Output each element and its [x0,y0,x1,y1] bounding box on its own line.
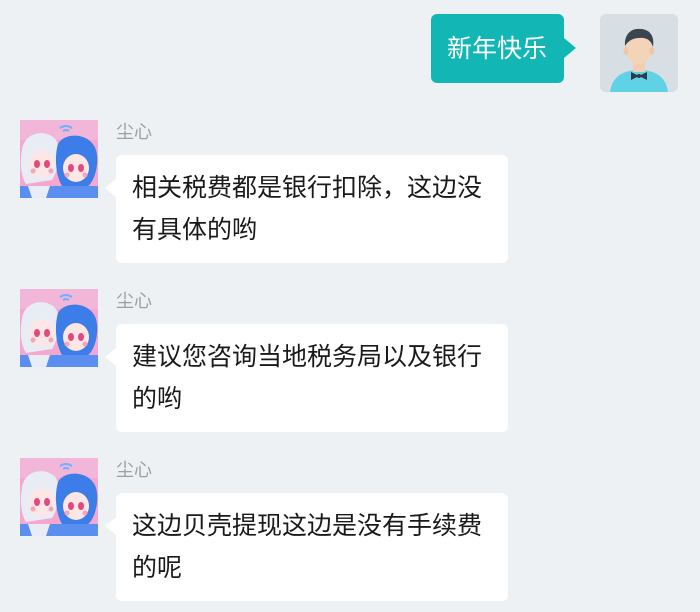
incoming-message: 尘心 相关税费都是银行扣除，这边没有具体的哟 [20,120,508,263]
incoming-bubble[interactable]: 这边贝壳提现这边是没有手续费的呢 [105,493,508,601]
incoming-bubble[interactable]: 相关税费都是银行扣除，这边没有具体的哟 [105,155,508,263]
outgoing-text: 新年快乐 [446,34,547,63]
incoming-message: 尘心 建议您咨询当地税务局以及银行的哟 [20,289,508,432]
contact-avatar[interactable] [20,458,98,536]
chat-view: 新年快乐 尘心 相关税费都是银行扣除，这边没有具体的哟 尘心 建议您咨询当地税务… [0,0,700,612]
message-text: 这边贝壳提现这边是没有手续费的呢 [132,511,483,582]
sender-name: 尘心 [116,291,152,312]
message-body: 尘心 相关税费都是银行扣除，这边没有具体的哟 [105,120,508,263]
sender-name: 尘心 [116,122,152,143]
contact-avatar[interactable] [20,289,98,367]
sender-name: 尘心 [116,460,152,481]
incoming-message: 尘心 这边贝壳提现这边是没有手续费的呢 [20,458,508,601]
anime-avatar-icon [20,120,98,198]
anime-avatar-icon [20,458,98,536]
message-body: 尘心 这边贝壳提现这边是没有手续费的呢 [105,458,508,601]
message-text: 相关税费都是银行扣除，这边没有具体的哟 [132,173,483,244]
outgoing-bubble[interactable]: 新年快乐 [430,14,577,83]
contact-avatar[interactable] [20,120,98,198]
message-text: 建议您咨询当地税务局以及银行的哟 [132,342,483,413]
self-avatar[interactable] [600,14,678,92]
message-body: 尘心 建议您咨询当地税务局以及银行的哟 [105,289,508,432]
outgoing-message: 新年快乐 [430,14,678,92]
anime-avatar-icon [20,289,98,367]
incoming-bubble[interactable]: 建议您咨询当地税务局以及银行的哟 [105,324,508,432]
user-avatar-icon [600,14,678,92]
